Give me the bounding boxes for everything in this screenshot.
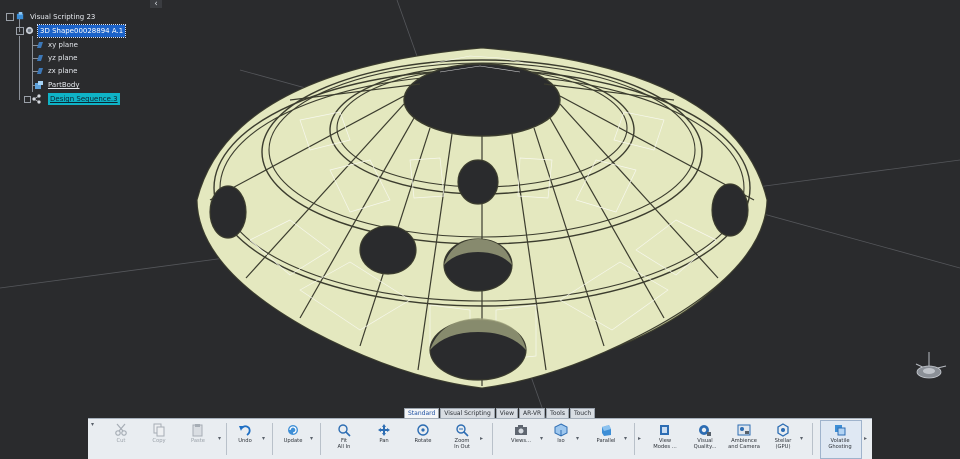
top-opening [403, 63, 561, 137]
rotate-label: Rotate [414, 438, 432, 444]
views-label: Views... [511, 438, 531, 444]
visual-quality-icon [699, 425, 711, 436]
ambience-icon [737, 424, 751, 436]
tab-standard[interactable]: Standard [404, 408, 440, 418]
volatile-ghosting-label-2: Ghosting [828, 444, 852, 450]
part-body-icon [35, 81, 43, 89]
plane-icon [37, 55, 43, 61]
rotate-button[interactable]: Rotate [410, 421, 436, 457]
zoom-expand-chevron-icon[interactable]: ▸ [480, 435, 483, 442]
tree-product-label: 3D Shape00028894 A.1 [36, 24, 127, 38]
zoom-label-2: In Out [454, 444, 470, 450]
ambience-label-2: and Camera [728, 444, 760, 450]
hole [209, 185, 247, 239]
view-modes-icon [660, 425, 669, 435]
plane-icon [37, 42, 43, 48]
dome-model[interactable] [196, 47, 768, 389]
toolbar-tabs: Standard Visual Scripting View AR-VR Too… [404, 408, 596, 418]
tab-visual-scripting[interactable]: Visual Scripting [440, 408, 495, 418]
parallel-projection-button[interactable]: Parallel [592, 421, 620, 457]
parallel-label: Parallel [596, 438, 616, 444]
undo-button[interactable]: Undo [232, 421, 258, 457]
iso-view-icon [554, 423, 568, 437]
volatile-ghosting-button[interactable]: Volatile Ghosting [822, 421, 858, 457]
zoom-in-out-button[interactable]: Zoom In Out [448, 421, 476, 457]
update-label: Update [283, 438, 303, 444]
view-modes-label-2: Modes ... [653, 444, 677, 450]
zoom-icon [456, 424, 469, 437]
views-button[interactable]: Views... [506, 421, 536, 457]
toolbar-more-chevron-icon[interactable]: ▸ [864, 435, 867, 442]
stellar-gpu-button[interactable]: Stellar (GPU) [770, 421, 796, 457]
design-sequence-icon [32, 94, 41, 104]
tab-view[interactable]: View [495, 408, 519, 418]
product-root-icon [16, 12, 24, 20]
hole [711, 183, 749, 237]
iso-view-button[interactable]: Iso [550, 421, 572, 457]
paste-icon [192, 424, 203, 437]
stellar-icon [777, 423, 789, 437]
toolbar-expand-chevron-icon[interactable]: ▸ [638, 435, 641, 442]
volatile-ghosting-icon [835, 425, 846, 436]
expand-plus-icon[interactable] [24, 96, 31, 103]
iso-label: Iso [557, 438, 565, 444]
tree-design-sequence-label: Design Sequence.3 [48, 93, 120, 105]
plane-icon [37, 68, 43, 74]
cut-label: Cut [116, 438, 126, 444]
3d-shape-icon [25, 26, 34, 35]
tree-partbody-label: PartBody [48, 81, 80, 89]
iso-dropdown-chevron-icon[interactable]: ▾ [576, 435, 579, 442]
update-dropdown-chevron-icon[interactable]: ▾ [310, 435, 313, 442]
tab-ar-vr[interactable]: AR-VR [519, 408, 546, 418]
visual-quality-button[interactable]: Visual Quality... [690, 421, 720, 457]
ambience-camera-button[interactable]: Ambience and Camera [726, 421, 762, 457]
stellar-label-2: (GPU) [775, 444, 791, 450]
camera-icon [515, 425, 527, 435]
paste-dropdown-chevron-icon[interactable]: ▾ [218, 435, 221, 442]
paste-button[interactable]: Paste [184, 421, 212, 457]
compass-icon[interactable] [908, 350, 950, 392]
action-bar: ▾ Cut Copy Paste ▾ Undo ▾ Update ▾ Fit A… [88, 418, 872, 459]
hole [359, 225, 417, 275]
spec-tree: Visual Scripting 23 3D Shape00028894 A.1… [0, 8, 170, 118]
paste-label: Paste [190, 438, 205, 444]
views-dropdown-chevron-icon[interactable]: ▾ [540, 435, 543, 442]
tree-plane-label: zx plane [48, 67, 78, 75]
tab-tools[interactable]: Tools [546, 408, 569, 418]
view-modes-button[interactable]: View Modes ... [650, 421, 680, 457]
update-button[interactable]: Update [280, 421, 306, 457]
undo-label: Undo [238, 438, 252, 444]
pan-button[interactable]: Pan [372, 421, 396, 457]
scissors-icon [115, 423, 127, 436]
hole [457, 159, 499, 205]
update-icon [288, 425, 298, 435]
cut-button[interactable]: Cut [108, 421, 134, 457]
copy-button[interactable]: Copy [146, 421, 172, 457]
undo-icon [239, 425, 251, 436]
expand-minus-icon[interactable] [6, 13, 14, 21]
tab-touch[interactable]: Touch [569, 408, 596, 418]
tree-root-label: Visual Scripting 23 [30, 13, 96, 21]
copy-icon [153, 423, 165, 437]
parallel-icon [602, 425, 611, 436]
parallel-dropdown-chevron-icon[interactable]: ▾ [624, 435, 627, 442]
rotate-icon [417, 424, 429, 436]
expand-minus-icon[interactable] [16, 27, 24, 35]
copy-label: Copy [152, 438, 166, 444]
undo-dropdown-chevron-icon[interactable]: ▾ [262, 435, 265, 442]
pan-label: Pan [379, 438, 389, 444]
collapse-panel-chevron-icon[interactable]: ‹ [150, 0, 162, 9]
stellar-dropdown-chevron-icon[interactable]: ▾ [800, 435, 803, 442]
fit-all-in-label-2: All In [337, 444, 351, 450]
visual-quality-label-2: Quality... [693, 444, 717, 450]
tree-plane-label: yz plane [48, 54, 78, 62]
pan-icon [378, 424, 390, 436]
fit-all-in-button[interactable]: Fit All In [332, 421, 356, 457]
fit-all-in-icon [338, 424, 351, 437]
tree-plane-label: xy plane [48, 41, 78, 49]
toolbar-menu-chevron-icon[interactable]: ▾ [91, 421, 94, 428]
